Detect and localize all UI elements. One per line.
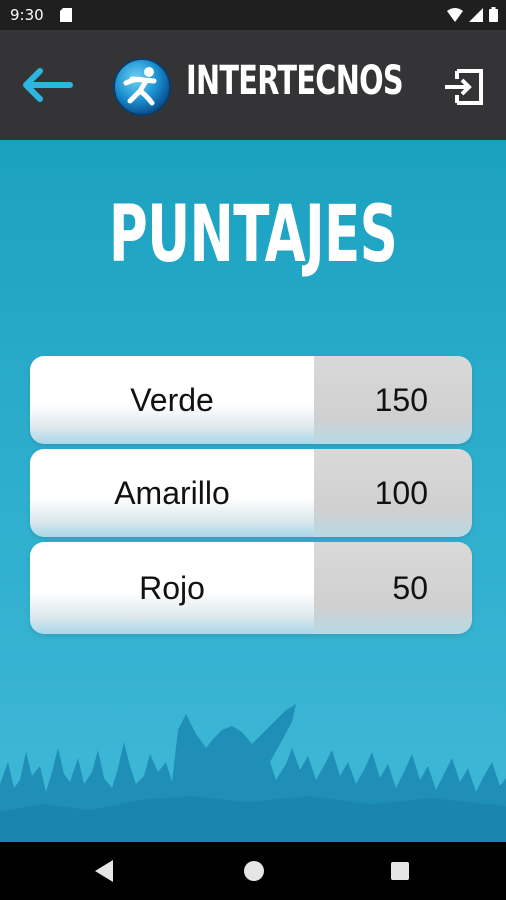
system-nav-bar — [0, 842, 506, 900]
page-title: PUNTAJES — [108, 190, 398, 280]
score-row-amarillo: Amarillo 100 — [30, 449, 472, 537]
exit-button[interactable] — [443, 67, 485, 107]
score-name: Amarillo — [30, 449, 314, 537]
nav-home-button[interactable] — [244, 861, 264, 881]
score-row-verde: Verde 150 — [30, 356, 472, 444]
wifi-icon — [447, 7, 463, 22]
score-points: 100 — [314, 449, 472, 537]
runner-logo-icon — [113, 58, 171, 116]
status-bar: 9:30 — [0, 0, 506, 30]
content-area: PUNTAJES Verde 150 Amarillo 100 Rojo 50 — [0, 140, 506, 842]
crowd-silhouette — [0, 704, 506, 842]
exit-icon — [445, 69, 483, 105]
nav-recents-button[interactable] — [391, 862, 409, 880]
sd-card-icon — [60, 8, 72, 22]
back-button[interactable] — [18, 65, 74, 105]
score-list: Verde 150 Amarillo 100 Rojo 50 — [30, 356, 472, 639]
nav-back-button[interactable] — [95, 860, 113, 882]
status-indicators — [447, 7, 498, 22]
battery-icon — [489, 7, 498, 22]
arrow-left-icon — [23, 68, 73, 102]
score-name: Rojo — [30, 542, 314, 634]
signal-icon — [469, 7, 483, 22]
score-name: Verde — [30, 356, 314, 444]
app-brand-title: INTERTECNOS — [186, 58, 404, 104]
app-bar: INTERTECNOS — [0, 30, 506, 140]
score-row-rojo: Rojo 50 — [30, 542, 472, 634]
score-points: 50 — [314, 542, 472, 634]
score-points: 150 — [314, 356, 472, 444]
status-time: 9:30 — [10, 6, 44, 24]
